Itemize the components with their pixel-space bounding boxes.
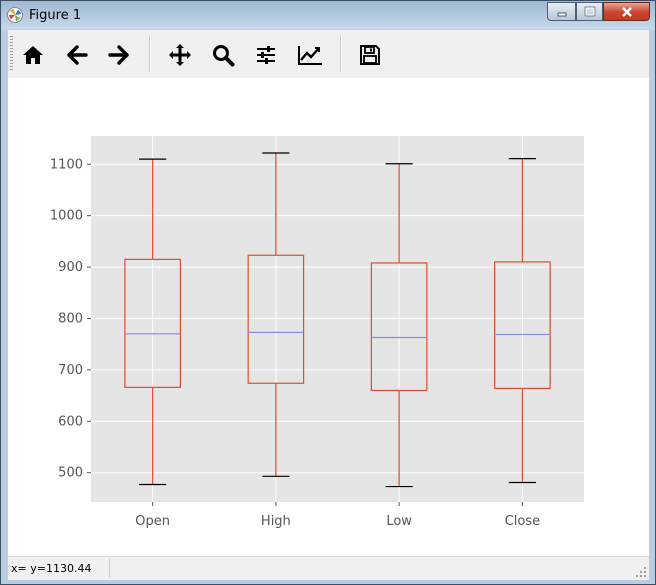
pan-icon xyxy=(169,44,191,66)
y-tick-label: 500 xyxy=(58,466,83,481)
save-button[interactable] xyxy=(354,39,386,71)
home-button[interactable] xyxy=(17,39,49,71)
back-arrow-icon xyxy=(67,45,88,65)
navigation-toolbar xyxy=(8,30,649,79)
maximize-icon xyxy=(584,6,595,17)
y-tick-label: 1000 xyxy=(50,209,83,224)
y-tick-label: 1100 xyxy=(50,157,83,172)
home-icon xyxy=(23,46,43,64)
y-tick-label: 600 xyxy=(58,414,83,429)
zoom-button[interactable] xyxy=(207,39,239,71)
forward-arrow-icon xyxy=(108,45,129,65)
figure-window: Figure 1 500 600 700 800 900 1000 1100 O… xyxy=(0,0,656,585)
y-tick-label: 800 xyxy=(58,311,83,326)
toolbar-grip[interactable] xyxy=(10,36,13,72)
toolbar-separator xyxy=(340,36,342,72)
forward-button[interactable] xyxy=(103,39,135,71)
edit-axis-button[interactable] xyxy=(294,39,326,71)
minimize-icon xyxy=(557,12,566,16)
boxplot-chart[interactable]: 500 600 700 800 900 1000 1100 Open High Low Close xyxy=(8,78,649,556)
y-tick-label: 900 xyxy=(58,260,83,275)
status-bar: x= y=1130.44 xyxy=(8,556,649,580)
close-button[interactable] xyxy=(603,2,650,21)
edit-axis-icon xyxy=(298,46,322,65)
maximize-button[interactable] xyxy=(576,2,603,21)
toolbar-separator xyxy=(149,36,151,72)
back-button[interactable] xyxy=(61,39,93,71)
pan-button[interactable] xyxy=(164,39,196,71)
y-tick-label: 700 xyxy=(58,363,83,378)
figure-canvas[interactable]: 500 600 700 800 900 1000 1100 Open High Low Close xyxy=(8,78,649,556)
configure-subplots-button[interactable] xyxy=(250,39,282,71)
cursor-coordinates: x= y=1130.44 xyxy=(11,562,92,575)
x-tick-label: Open xyxy=(135,514,170,529)
x-tick-label: Low xyxy=(386,514,412,529)
matplotlib-logo-icon xyxy=(7,7,23,23)
plot-area[interactable] xyxy=(91,136,584,502)
close-icon xyxy=(621,6,632,17)
x-tick-label: Close xyxy=(505,514,540,529)
status-separator xyxy=(109,559,110,577)
minimize-button[interactable] xyxy=(547,2,576,21)
title-bar[interactable]: Figure 1 xyxy=(1,1,655,30)
size-grip-icon[interactable] xyxy=(635,566,647,578)
figure-client-area: 500 600 700 800 900 1000 1100 Open High Low Close … xyxy=(8,30,649,580)
zoom-icon xyxy=(213,45,235,67)
x-tick-label: High xyxy=(261,514,291,529)
save-icon xyxy=(360,45,380,65)
configure-subplots-icon xyxy=(257,46,275,64)
window-title: Figure 1 xyxy=(29,8,82,23)
